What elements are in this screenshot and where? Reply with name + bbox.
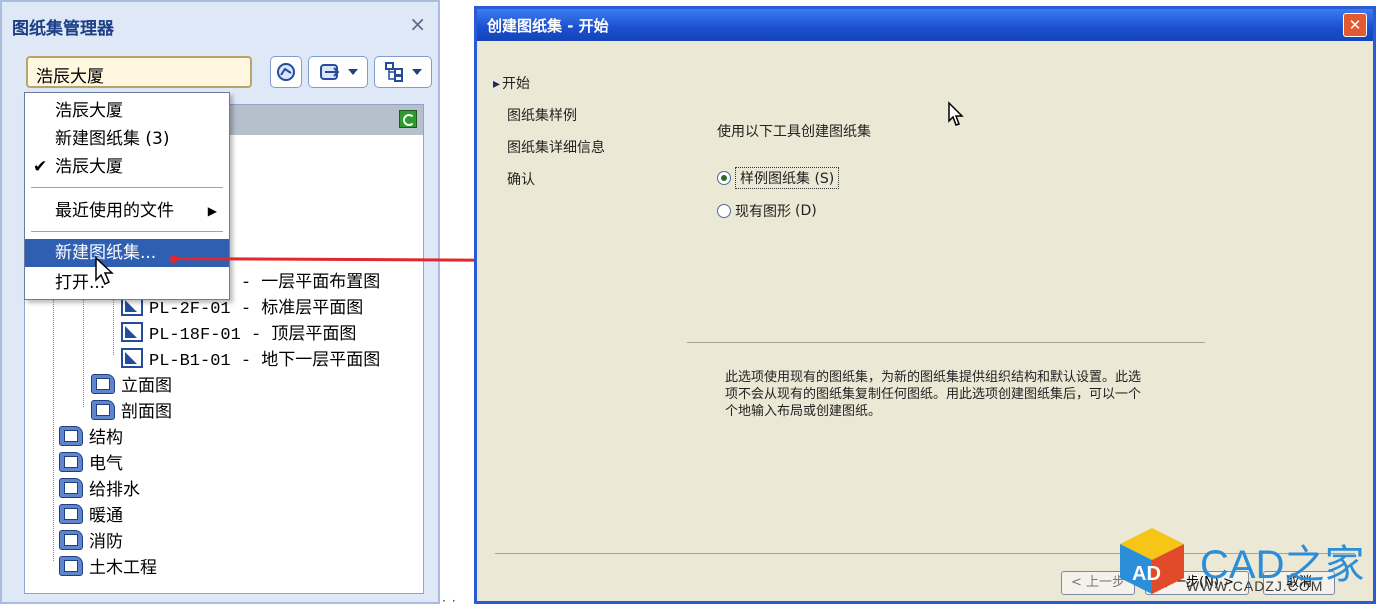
sheet-set-icon [59,477,83,498]
step-sample: 图纸集样例 [507,108,577,124]
tree-item-subset[interactable]: 土木工程 [59,553,157,578]
divider [687,342,1205,343]
menu-item-sheet-set[interactable]: 新建图纸集 (3) [25,125,229,153]
mouse-cursor-icon [948,101,964,126]
menu-item-new-sheet-set[interactable]: 新建图纸集... [25,239,229,267]
sheet-set-icon [59,529,83,550]
decorative-dots: ·· [442,594,462,608]
menu-separator [31,231,223,232]
create-sheet-set-dialog: 创建图纸集 - 开始 ✕ 开始 图纸集样例 图纸集详细信息 确认 使用以下工具创… [474,6,1376,604]
tree-item-subset[interactable]: 给排水 [59,475,140,500]
dialog-title: 创建图纸集 - 开始 [487,17,609,35]
menu-item-sheet-set[interactable]: 浩辰大厦 [25,97,229,125]
mouse-cursor-icon [95,256,114,286]
radio-sample-sheet-set[interactable]: 样例图纸集 (S) [717,167,840,189]
search-button[interactable] [270,56,302,88]
tree-item-sheet[interactable]: PL-B1-01 - 地下一层平面图 [121,345,380,371]
sheet-set-icon [59,425,83,446]
refresh-icon[interactable] [399,110,417,128]
svg-text:AD: AD [1132,563,1161,585]
tree-item-sheet[interactable]: PL-18F-01 - 顶层平面图 [121,319,356,345]
sheet-set-dropdown-menu: 浩辰大厦 新建图纸集 (3) ✔ 浩辰大厦 最近使用的文件 ▶ 新建图纸集...… [24,92,230,300]
tree-item-subset[interactable]: 立面图 [91,371,172,396]
tree-item-subset[interactable]: 电气 [59,449,123,474]
tree-item-subset[interactable]: 消防 [59,527,123,552]
sheet-icon [121,348,143,368]
radio-existing-drawings[interactable]: 现有图形 (D) [717,201,817,221]
option-description: 此选项使用现有的图纸集，为新的图纸集提供组织结构和默认设置。此选项不会从现有的图… [725,370,1142,419]
panel-title: 图纸集管理器 [12,19,114,39]
menu-item-open[interactable]: 打开... [25,269,229,297]
intro-text: 使用以下工具创建图纸集 [717,124,871,140]
step-start: 开始 [493,73,530,93]
step-details: 图纸集详细信息 [507,140,605,156]
tree-connector [53,265,54,561]
radio-selected-icon [717,171,731,185]
menu-item-current-sheet-set[interactable]: ✔ 浩辰大厦 [25,153,229,181]
radio-unselected-icon [717,204,731,218]
watermark-logo: AD CAD之家 WWW.CADZJ.COM [1116,520,1380,608]
publish-button[interactable] [308,56,368,88]
sheet-set-icon [59,555,83,576]
tree-item-subset[interactable]: 暖通 [59,501,123,526]
check-icon: ✔ [33,157,48,177]
chevron-down-icon [348,69,358,75]
view-options-button[interactable] [374,56,432,88]
publish-icon [320,64,340,80]
sheet-set-icon [59,451,83,472]
sheet-set-manager-panel: 图纸集管理器 × 浩辰大厦 PL-1F-01 - 一层平面布置图 PL-2F-0… [0,0,440,604]
tree-item-subset[interactable]: 剖面图 [91,397,172,422]
dialog-titlebar: 创建图纸集 - 开始 ✕ [477,9,1373,41]
submenu-arrow-icon: ▶ [207,204,217,218]
close-button[interactable]: ✕ [1343,13,1367,37]
close-icon[interactable]: × [409,12,426,36]
search-icon [277,63,295,81]
watermark-url: WWW.CADZJ.COM [1186,578,1324,594]
chevron-down-icon [412,69,422,75]
sheet-set-icon [59,503,83,524]
cube-logo-icon: AD [1120,528,1184,594]
step-confirm: 确认 [507,172,535,188]
sheet-set-combo[interactable]: 浩辰大厦 [26,56,252,88]
list-view-icon [385,62,403,82]
sheet-icon [121,322,143,342]
menu-separator [31,187,223,188]
tree-item-subset[interactable]: 结构 [59,423,123,448]
menu-item-recent-files[interactable]: 最近使用的文件 ▶ [25,197,229,225]
sheet-set-icon [91,373,115,394]
sheet-set-icon [91,399,115,420]
